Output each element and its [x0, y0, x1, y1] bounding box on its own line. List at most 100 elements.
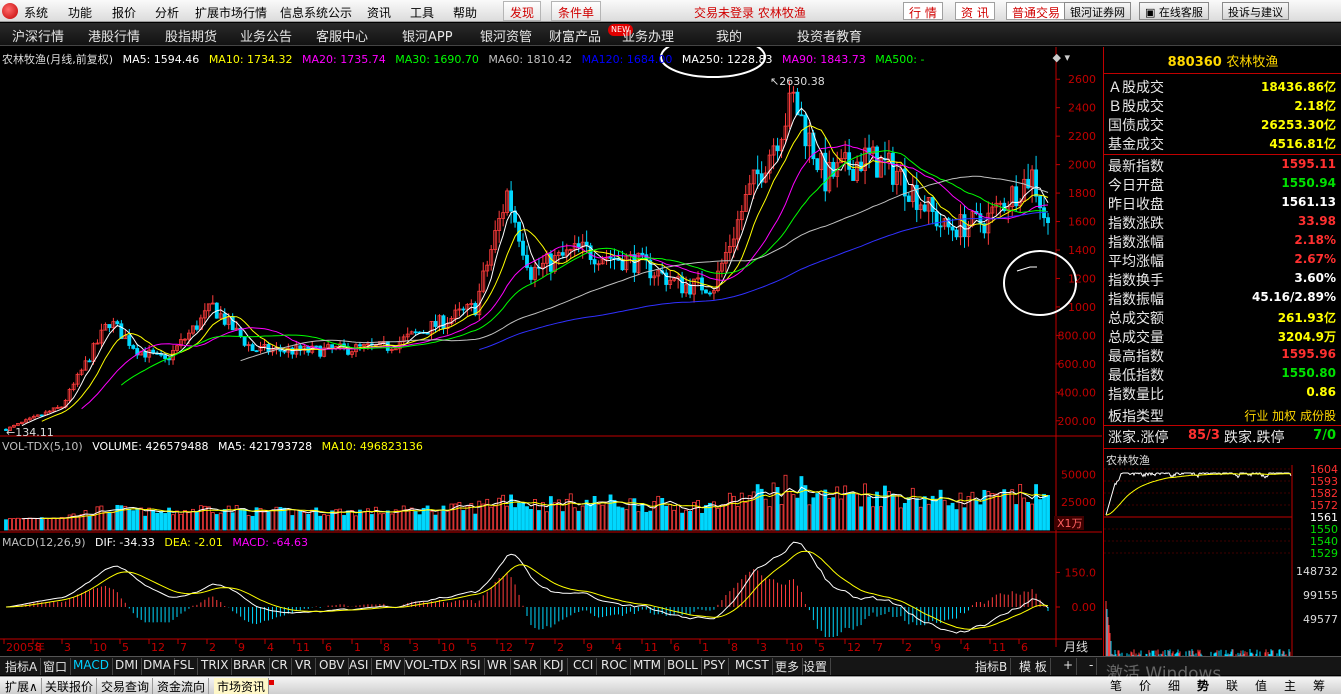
- indicator-b-tab[interactable]: 指标B: [972, 658, 1012, 675]
- volume-bar: [457, 502, 462, 531]
- trade-query-tab[interactable]: 交易查询: [98, 678, 154, 694]
- zoom-in-button[interactable]: +: [1060, 658, 1078, 675]
- login-status: 交易未登录 农林牧渔: [694, 6, 806, 20]
- nav-education[interactable]: 投资者教育: [797, 26, 862, 45]
- candle-body: [906, 195, 911, 202]
- menu-ext-market[interactable]: 扩展市场行情: [195, 4, 267, 21]
- chart-options-icon[interactable]: ◆ ▾: [1053, 51, 1070, 64]
- candle-body: [131, 345, 136, 349]
- related-quote-tab[interactable]: 关联报价: [42, 678, 98, 694]
- menu-system[interactable]: 系统: [24, 4, 48, 21]
- indicator-tab-obv[interactable]: OBV: [316, 658, 349, 675]
- volume-bar: [592, 496, 597, 531]
- volume-bar: [342, 515, 346, 531]
- indicator-tab-emv[interactable]: EMV: [372, 658, 406, 675]
- indicator-tab--[interactable]: 窗口: [40, 658, 72, 675]
- nav-asset-mgmt[interactable]: 银河资管: [480, 26, 532, 45]
- indicator-tab-cci[interactable]: CCI: [570, 658, 598, 675]
- zoom-out-button[interactable]: -: [1086, 658, 1098, 675]
- indicator-tab-boll[interactable]: BOLL: [664, 658, 702, 675]
- indicator-tab-roc[interactable]: ROC: [598, 658, 632, 675]
- tab-discover[interactable]: 发现: [503, 1, 542, 21]
- volume-bar: [230, 512, 235, 531]
- nav-mine[interactable]: 我的: [716, 26, 742, 45]
- nav-business[interactable]: 业务办理: [622, 26, 674, 45]
- indicator-tab--[interactable]: 设置: [800, 658, 832, 675]
- nav-app[interactable]: 银河APP: [402, 26, 453, 45]
- volume-bar: [147, 507, 152, 531]
- menu-function[interactable]: 功能: [68, 4, 92, 21]
- indicator-tab-vol-tdx[interactable]: VOL-TDX: [402, 658, 461, 675]
- volume-bar: [350, 510, 354, 531]
- candle-body: [529, 267, 533, 280]
- indicator-tab-fsl[interactable]: FSL: [170, 658, 198, 675]
- volume-bar: [127, 508, 132, 531]
- volume-bar: [194, 512, 199, 531]
- normal-trade-button[interactable]: 普通交易: [1006, 2, 1067, 20]
- candle-body: [962, 214, 967, 238]
- expand-tab[interactable]: 扩展∧: [2, 678, 42, 694]
- indicator-tab-rsi[interactable]: RSI: [458, 658, 485, 675]
- panel-view-tab[interactable]: 值: [1255, 677, 1267, 694]
- menu-help[interactable]: 帮助: [453, 4, 477, 21]
- template-tab[interactable]: 模 板: [1016, 658, 1051, 675]
- nav-announcement[interactable]: 业务公告: [240, 26, 292, 45]
- volume-bar: [214, 514, 219, 531]
- indicator-tab-vr[interactable]: VR: [292, 658, 316, 675]
- menu-quote[interactable]: 报价: [112, 4, 136, 21]
- volume-bar: [604, 501, 609, 531]
- volume-bar: [1010, 489, 1015, 531]
- panel-row-label: 平均涨幅: [1108, 254, 1164, 270]
- nav-futures[interactable]: 股指期货: [165, 26, 217, 45]
- ma250-label: MA250: 1228.83: [681, 53, 773, 66]
- menu-news[interactable]: 资讯: [367, 4, 391, 21]
- volume-bar: [401, 505, 406, 531]
- indicator-tab-sar[interactable]: SAR: [510, 658, 542, 675]
- indicator-tab-wr[interactable]: WR: [484, 658, 512, 675]
- nav-hk[interactable]: 港股行情: [88, 26, 140, 45]
- fund-flow-tab[interactable]: 资金流向: [154, 678, 210, 694]
- volume-bar: [246, 515, 251, 531]
- kline-chart-svg[interactable]: ↖2630.38←134.11 260024002200200018001600…: [0, 47, 1102, 655]
- online-service-button[interactable]: ▣ 在线客服: [1139, 2, 1209, 20]
- volume-bar: [656, 495, 661, 531]
- indicator-tab-trix[interactable]: TRIX: [198, 658, 233, 675]
- panel-view-tab[interactable]: 联: [1226, 677, 1238, 694]
- nav-sh-sz[interactable]: 沪深行情: [12, 26, 64, 45]
- panel-row: 昨日收盘 1561.13: [1106, 194, 1338, 213]
- panel-view-tab[interactable]: 主: [1284, 677, 1296, 694]
- bank-site-button[interactable]: 银河证券网: [1064, 2, 1131, 20]
- quote-button[interactable]: 行 情: [903, 2, 943, 20]
- chart-area[interactable]: ↖2630.38 ←134.11 2600 2400 2200 2000 1800 1600…: [0, 47, 1102, 655]
- indicator-tab--a[interactable]: 指标A: [2, 658, 42, 675]
- indicator-tab-cr[interactable]: CR: [268, 658, 292, 675]
- volume-bar: [63, 517, 68, 531]
- indicator-tab-macd[interactable]: MACD: [70, 658, 113, 675]
- intraday-mini-chart[interactable]: 1604159315821572156115501540152914873299…: [1104, 465, 1341, 675]
- complaint-button[interactable]: 投诉与建议: [1222, 2, 1289, 20]
- indicator-tab-mtm[interactable]: MTM: [630, 658, 666, 675]
- volume-bar: [294, 509, 299, 531]
- nav-service[interactable]: 客服中心: [316, 26, 368, 45]
- indicator-tab-brar[interactable]: BRAR: [230, 658, 270, 675]
- volume-bar: [954, 509, 959, 531]
- volume-bar: [330, 510, 335, 531]
- indicator-tab-psy[interactable]: PSY: [700, 658, 730, 675]
- market-news-tab[interactable]: 市场资讯: [214, 678, 270, 694]
- menu-analysis[interactable]: 分析: [155, 4, 179, 21]
- nav-wealth[interactable]: 财富产品: [549, 26, 601, 45]
- menu-tools[interactable]: 工具: [410, 4, 434, 21]
- menu-info-disclosure[interactable]: 信息系统公示: [280, 4, 352, 21]
- indicator-tab-asi[interactable]: ASI: [346, 658, 373, 675]
- panel-row-label: 国债成交: [1108, 118, 1164, 134]
- news-button[interactable]: 资 讯: [955, 2, 995, 20]
- volume-bar: [202, 505, 207, 531]
- panel-view-tab[interactable]: 筹: [1313, 677, 1325, 694]
- indicator-tab-mcst[interactable]: MCST: [732, 658, 773, 675]
- indicator-tab-dmi[interactable]: DMI: [112, 658, 143, 675]
- tab-condition-order[interactable]: 条件单: [551, 1, 602, 21]
- volume-bar: [644, 511, 649, 531]
- indicator-tab-kdj[interactable]: KDJ: [540, 658, 568, 675]
- indicator-tab--[interactable]: 更多: [772, 658, 804, 675]
- activation-watermark: 激活 Windows: [1106, 664, 1222, 684]
